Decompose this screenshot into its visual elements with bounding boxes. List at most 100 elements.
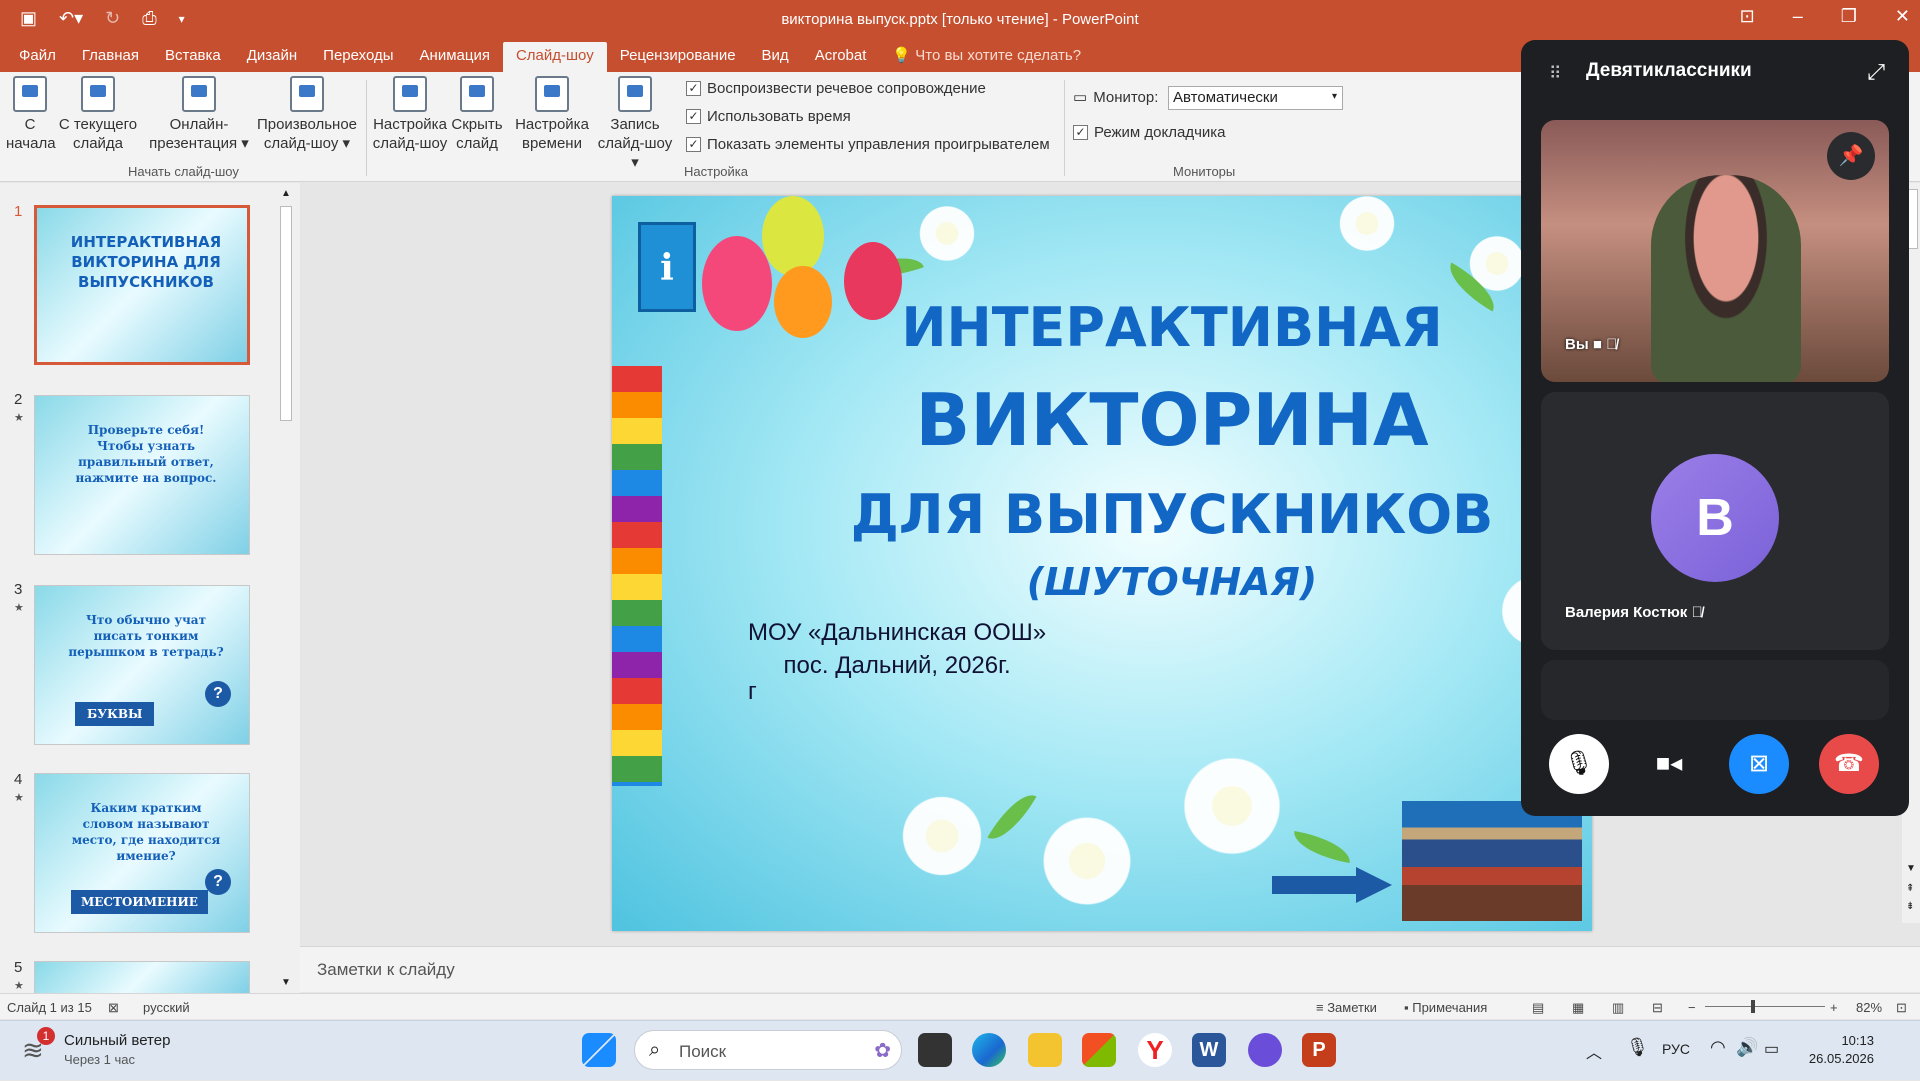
language-indicator[interactable]: русский — [143, 1000, 190, 1015]
notes-toggle[interactable]: ≡ Заметки — [1316, 1000, 1377, 1015]
animation-star-icon: ★ — [14, 980, 24, 992]
input-language[interactable]: РУС — [1662, 1041, 1690, 1057]
zoom-in-icon[interactable]: + — [1830, 1000, 1838, 1015]
tab-home[interactable]: Главная — [69, 42, 152, 72]
battery-icon[interactable]: ▭ — [1764, 1039, 1779, 1059]
narration-checkbox[interactable]: ✓ Воспроизвести речевое сопровождение — [686, 80, 986, 97]
zoom-level[interactable]: 82% — [1856, 1000, 1882, 1015]
slide-thumbnail-2[interactable]: Проверьте себя! Чтобы узнать правильный … — [34, 395, 250, 555]
self-video-tile[interactable]: 📌 Вы ■ 🎙̸ — [1541, 120, 1889, 382]
lightbulb-icon: 💡 — [892, 47, 916, 64]
thumbnail-number: 1 — [14, 203, 23, 220]
setup-slideshow-button[interactable]: Настройка слайд-шоу — [370, 76, 450, 153]
rehearse-label-1: Настройка — [515, 116, 589, 133]
camera-button[interactable]: ■◂ — [1639, 734, 1699, 794]
file-explorer-icon[interactable] — [1028, 1033, 1062, 1067]
tab-slideshow[interactable]: Слайд-шоу — [502, 42, 607, 72]
thumbnails-scrollbar[interactable]: ▲ ▼ — [278, 188, 294, 988]
slide-thumbnail-4[interactable]: Каким кратким словом называют место, где… — [34, 773, 250, 933]
reading-view-icon[interactable]: ▥ — [1612, 1000, 1624, 1016]
slide-canvas[interactable]: ИНТЕРАКТИВНАЯ ВИКТОРИНА ДЛЯ ВЫПУСКНИКОВ … — [612, 196, 1592, 931]
spellcheck-icon[interactable]: ⊠ — [108, 1000, 119, 1016]
online-label-2: презентация ▾ — [149, 135, 249, 152]
mute-mic-button[interactable]: 🎙 — [1549, 734, 1609, 794]
zoom-slider-knob[interactable] — [1751, 1000, 1755, 1013]
restore-icon[interactable]: ❐ — [1841, 6, 1857, 27]
monitor-icon: ▭ — [1073, 89, 1088, 106]
tab-acrobat[interactable]: Acrobat — [802, 42, 880, 72]
slide-thumbnail-5[interactable] — [34, 961, 250, 993]
rehearse-timings-button[interactable]: Настройка времени — [512, 76, 592, 153]
status-bar: Слайд 1 из 15 ⊠ русский ≡ Заметки ▪ Прим… — [0, 993, 1920, 1019]
slideshow-view-icon[interactable]: ⊟ — [1652, 1000, 1663, 1016]
notes-pane[interactable]: Заметки к слайду — [300, 946, 1920, 992]
custom-label-2: слайд-шоу ▾ — [263, 135, 351, 152]
tab-review[interactable]: Рецензирование — [607, 42, 749, 72]
online-presentation-button[interactable]: Онлайн- презентация ▾ — [144, 76, 254, 153]
leaf-decoration — [987, 785, 1037, 849]
tab-file[interactable]: Файл — [6, 42, 69, 72]
volume-icon[interactable]: 🔊 — [1736, 1037, 1758, 1058]
zoom-slider[interactable] — [1705, 1006, 1825, 1007]
from-current-label-2: слайда — [72, 135, 124, 152]
chevron-up-icon[interactable]: ︿ — [1586, 1039, 1602, 1063]
fit-to-window-icon[interactable]: ⊡ — [1896, 1000, 1907, 1016]
powerpoint-icon[interactable]: P — [1302, 1033, 1336, 1067]
participant-tile[interactable]: В Валерия Костюк 🎙̸ — [1541, 392, 1889, 650]
next-slide-icon[interactable]: ⇟ — [1906, 901, 1914, 912]
slide-sorter-icon[interactable]: ▦ — [1572, 1000, 1584, 1016]
drag-handle-icon[interactable]: ⠿ — [1549, 64, 1562, 84]
presenter-view-label: Режим докладчика — [1094, 124, 1226, 141]
tab-design[interactable]: Дизайн — [234, 42, 310, 72]
media-controls-label: Показать элементы управления проигрывате… — [707, 136, 1050, 153]
question-icon: ? — [205, 681, 231, 707]
scrollbar-thumb[interactable] — [280, 206, 292, 421]
record-slideshow-button[interactable]: Запись слайд-шоу ▾ — [592, 76, 678, 172]
tab-animations[interactable]: Анимация — [407, 42, 503, 72]
comments-toggle[interactable]: ▪ Примечания — [1404, 1000, 1487, 1015]
ribbon-display-icon[interactable]: ⊡ — [1740, 6, 1755, 27]
microsoft-store-icon[interactable] — [1082, 1033, 1116, 1067]
wifi-icon[interactable]: ◠ — [1710, 1037, 1726, 1058]
close-icon[interactable]: ✕ — [1895, 6, 1910, 27]
from-current-button[interactable]: С текущего слайда — [56, 76, 140, 153]
participant-tile[interactable] — [1541, 660, 1889, 720]
expand-icon[interactable]: ⤢ — [1867, 59, 1885, 85]
hide-slide-button[interactable]: Скрыть слайд — [450, 76, 504, 153]
zoom-out-icon[interactable]: − — [1688, 1000, 1696, 1015]
normal-view-icon[interactable]: ▤ — [1532, 1000, 1544, 1016]
clock[interactable]: 10:13 26.05.2026 — [1809, 1032, 1874, 1068]
animation-star-icon: ★ — [14, 792, 24, 804]
presenter-view-checkbox[interactable]: ✓ Режим докладчика — [1073, 124, 1226, 141]
minimize-icon[interactable]: – — [1793, 6, 1803, 27]
yandex-browser-icon[interactable]: Y — [1138, 1033, 1172, 1067]
online-presentation-icon — [182, 76, 216, 112]
tab-view[interactable]: Вид — [749, 42, 802, 72]
slide-thumbnail-1[interactable]: ИНТЕРАКТИВНАЯ ВИКТОРИНА ДЛЯ ВЫПУСКНИКОВ — [34, 205, 250, 365]
scroll-up-icon[interactable]: ▲ — [281, 188, 291, 199]
from-start-button[interactable]: С начала — [6, 76, 56, 153]
edge-browser-icon[interactable] — [972, 1033, 1006, 1067]
tab-insert[interactable]: Вставка — [152, 42, 234, 72]
pin-icon[interactable]: 📌 — [1827, 132, 1875, 180]
timings-checkbox[interactable]: ✓ Использовать время — [686, 108, 851, 125]
prev-slide-icon[interactable]: ⇞ — [1906, 883, 1914, 894]
clock-date: 26.05.2026 — [1808, 1051, 1874, 1066]
screen-share-button[interactable]: ⊠ — [1729, 734, 1789, 794]
tab-transitions[interactable]: Переходы — [310, 42, 406, 72]
monitor-select[interactable]: Автоматически ▾ — [1168, 86, 1343, 110]
custom-slideshow-button[interactable]: Произвольное слайд-шоу ▾ — [254, 76, 360, 153]
microphone-icon[interactable]: 🎙 — [1626, 1037, 1649, 1058]
tell-me-box[interactable]: 💡 Что вы хотите сделать? — [879, 42, 1094, 72]
word-icon[interactable]: W — [1192, 1033, 1226, 1067]
task-view-icon[interactable] — [918, 1033, 952, 1067]
scroll-down-icon[interactable]: ▼ — [281, 977, 291, 988]
media-controls-checkbox[interactable]: ✓ Показать элементы управления проигрыва… — [686, 136, 1050, 153]
start-button[interactable] — [582, 1033, 616, 1067]
search-box[interactable]: ⌕ Поиск ✿ — [634, 1030, 902, 1070]
next-arrow-icon[interactable] — [1272, 867, 1392, 903]
slide-thumbnail-3[interactable]: Что обычно учат писать тонким перышком в… — [34, 585, 250, 745]
hang-up-button[interactable]: ☎ — [1819, 734, 1879, 794]
scroll-down-icon[interactable]: ▼ — [1906, 863, 1916, 874]
messenger-icon[interactable] — [1248, 1033, 1282, 1067]
